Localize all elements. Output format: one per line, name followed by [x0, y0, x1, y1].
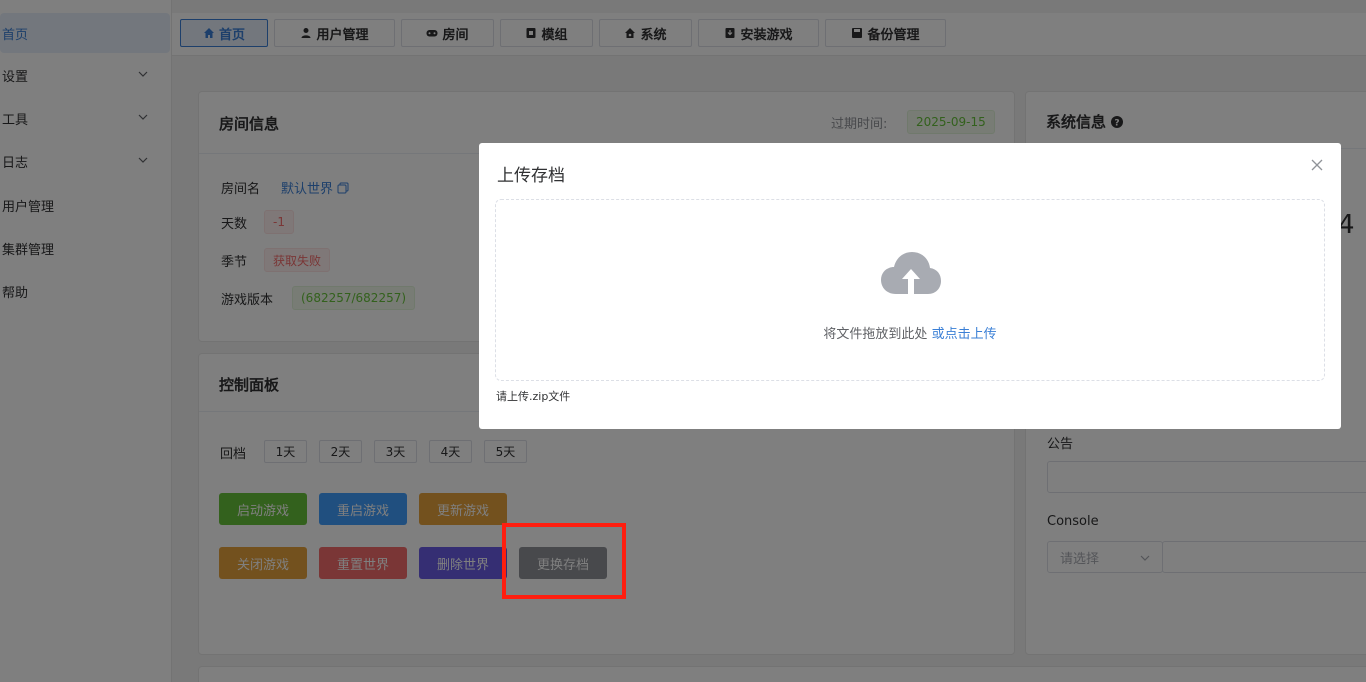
upload-tip: 请上传.zip文件 [496, 390, 571, 403]
upload-dialog: 上传存档 将文件拖放到此处 或点击上传 请上传.zip文件 [479, 143, 1341, 429]
dialog-title: 上传存档 [497, 166, 565, 186]
upload-dropzone[interactable]: 将文件拖放到此处 或点击上传 [495, 199, 1325, 381]
close-icon[interactable] [1309, 157, 1325, 173]
click-upload-link[interactable]: 或点击上传 [932, 327, 997, 342]
highlight-box [502, 523, 626, 599]
drop-text: 将文件拖放到此处 或点击上传 [823, 327, 997, 342]
cloud-upload-icon [881, 252, 941, 294]
